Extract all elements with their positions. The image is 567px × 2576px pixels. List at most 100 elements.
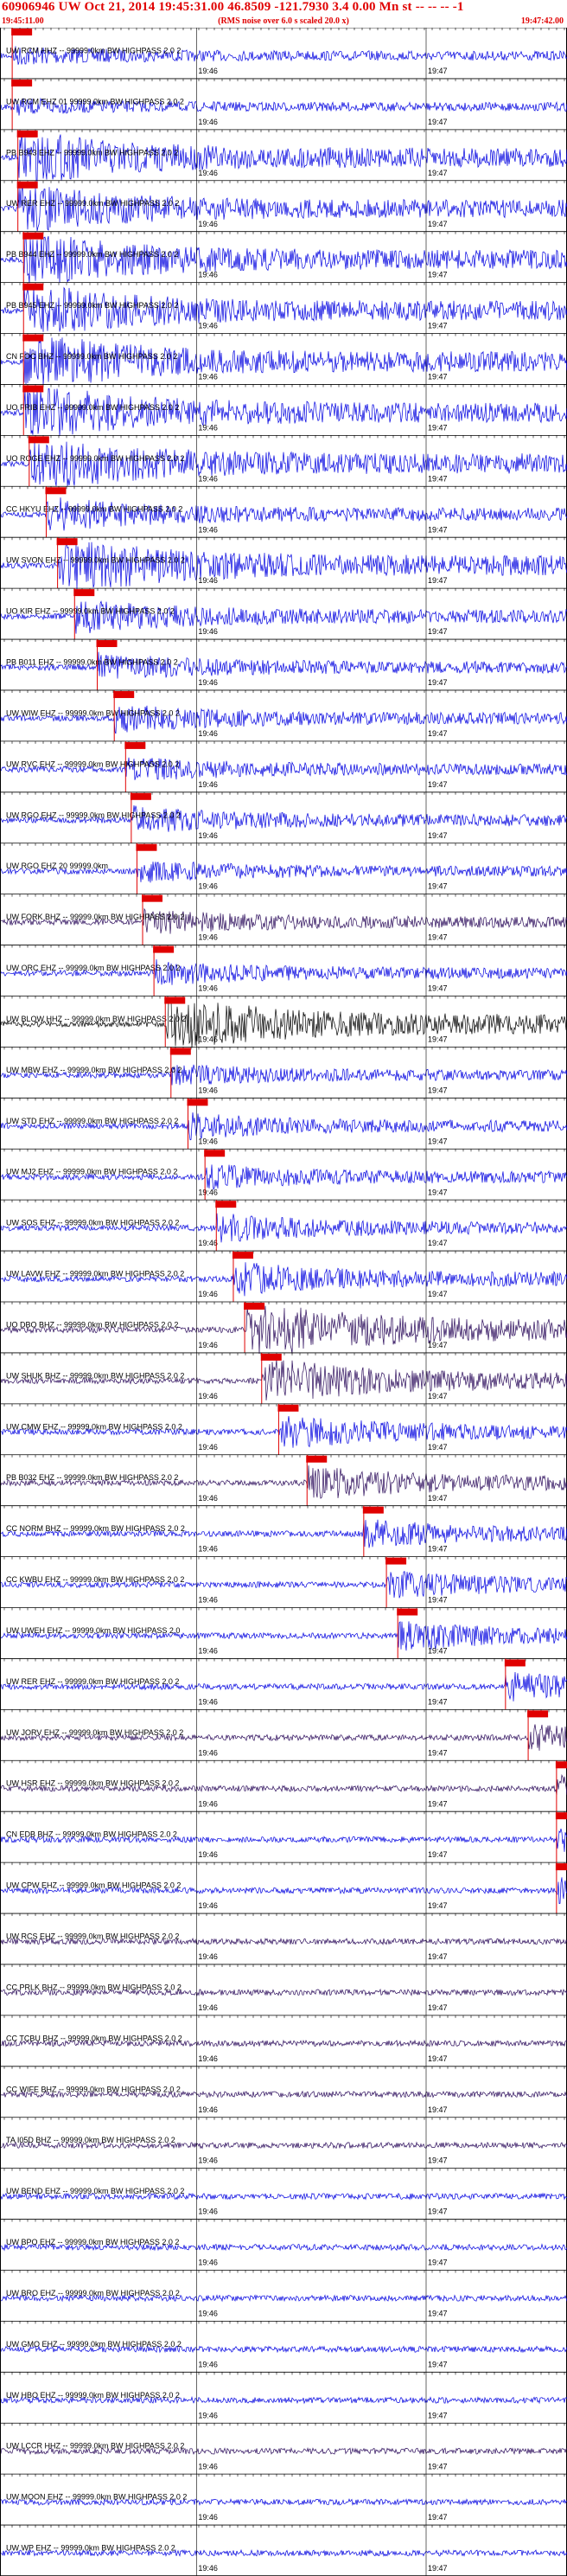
station-label: UW BEND EHZ -- 99999.0km BW HIGHPASS 2.0… <box>6 2187 184 2195</box>
minute-label: 19:47 <box>428 1188 448 1196</box>
trace-row: 19:46 19:47UW ORC EHZ -- 99999.0km BW HIG… <box>1 945 567 996</box>
minute-label: 19:46 <box>198 780 218 789</box>
minute-label: 19:46 <box>198 627 218 636</box>
minute-label: 19:47 <box>428 780 448 789</box>
pick-marker <box>527 1710 549 1718</box>
minute-label: 19:47 <box>428 1545 448 1554</box>
pick-marker <box>16 130 38 138</box>
trace-row: 19:46 19:47 UW FORK BHZ -- 99999.0km BW HI… <box>1 894 567 945</box>
minute-label: 19:47 <box>428 373 448 381</box>
trace-row: 19:46 19:47 UW BEND EHZ -- 99999.0km BW HI… <box>1 2168 567 2220</box>
minute-label: 19:46 <box>198 1850 218 1859</box>
pick-marker <box>244 1303 265 1310</box>
minute-label: 19:47 <box>428 1239 448 1247</box>
station-label: UW SHUK BHZ -- 99999.0km BW HIGHPASS 2.0… <box>6 1371 184 1380</box>
minute-label: 19:47 <box>428 2411 448 2419</box>
minute-label: 19:47 <box>428 627 448 636</box>
minute-label: 19:46 <box>198 576 218 585</box>
pick-marker <box>22 334 44 342</box>
trace-row: 19:46 19:47 CC TCBU BHZ -- 99999.0km BW HI… <box>1 2015 567 2067</box>
pick-marker <box>385 1557 407 1565</box>
trace-row: 19:46 19:47 PB B011 EHZ -- 99999.0km BW HI… <box>1 638 567 690</box>
minute-label: 19:47 <box>428 1290 448 1298</box>
pick-marker <box>16 181 38 189</box>
minute-label: 19:46 <box>198 1799 218 1808</box>
station-label: UW UWEH EHZ -- 99999.0km BW HIGHPASS 2.0 <box>6 1626 180 1635</box>
minute-label: 19:46 <box>198 220 218 228</box>
station-label: UO DBO BHZ -- 99999.0km BW HIGHPASS 2.0 … <box>6 1320 178 1329</box>
minute-label: 19:47 <box>428 67 448 75</box>
station-label: UW RVC EHZ -- 99999.0km BW HIGHPASS 2.0 … <box>6 759 179 768</box>
minute-label: 19:47 <box>428 1086 448 1094</box>
trace-row: 19:46 19:47 CC PRLK BHZ -- 99999.0km BW HI… <box>1 1964 567 2015</box>
minute-label: 19:47 <box>428 423 448 432</box>
minute-label: 19:46 <box>198 1290 218 1298</box>
minute-label: 19:46 <box>198 1137 218 1145</box>
trace-row: 19:46 19:47 UW STD EHZ -- 99999.0km BW HIG… <box>1 1097 567 1150</box>
minute-label: 19:46 <box>198 2360 218 2368</box>
station-label: UW RCM EHZ 01 99999.0km BW HIGHPASS 2.0 … <box>6 97 184 106</box>
minute-label: 19:46 <box>198 1086 218 1094</box>
pick-marker <box>73 589 95 597</box>
minute-label: 19:46 <box>198 2208 218 2216</box>
minute-label: 19:46 <box>198 169 218 177</box>
minute-label: 19:47 <box>428 2003 448 2012</box>
station-label: UW RGO EHZ 20 99999.0km <box>6 862 108 870</box>
station-label: CN FOC BHZ -- 99999.0km BW HIGHPASS 2.0 … <box>6 352 177 361</box>
trace-row: 19:46 19:47 UW BRO EHZ -- 99999.0km BW HIG… <box>1 2270 567 2322</box>
station-label: UW WP EHZ -- 99999.0km BW HIGHPASS 2.0 2 <box>6 2544 175 2553</box>
station-label: UW FORK BHZ -- 99999.0km BW HIGHPASS 2.0… <box>6 913 184 921</box>
minute-label: 19:47 <box>428 1494 448 1503</box>
station-label: CC HKYU EHZ -- 99999.0km BW HIGHPASS 2.0… <box>6 505 182 514</box>
minute-label: 19:46 <box>198 1188 218 1196</box>
minute-label: 19:46 <box>198 729 218 738</box>
pick-marker <box>22 385 44 393</box>
scaling-note: (RMS noise over 6.0 s scaled 20.0 x) <box>218 16 349 26</box>
minute-label: 19:47 <box>428 2360 448 2368</box>
station-label: UW SVON EHZ -- 99999.0km BW HIGHPASS 2.0… <box>6 556 185 565</box>
trace-row: 19:46 19:47 UW LCCR HHZ -- 99999.0km BW HI… <box>1 2422 567 2475</box>
minute-label: 19:47 <box>428 2054 448 2063</box>
minute-label: 19:46 <box>198 1494 218 1503</box>
minute-label: 19:47 <box>428 2310 448 2318</box>
trace-row: 19:46 19:47 PB B944 EHZ -- 99999.0km BW HI… <box>1 231 567 284</box>
station-label: CC WIFE BHZ -- 99999.0km BW HIGHPASS 2.0… <box>6 2085 181 2093</box>
waveform <box>1 497 567 531</box>
minute-label: 19:47 <box>428 729 448 738</box>
minute-label: 19:47 <box>428 1443 448 1451</box>
trace-row: 19:46 19:47 UW UWEH EHZ -- 99999.0km BW HI… <box>1 1607 567 1659</box>
station-label: UW BRO EHZ -- 99999.0km BW HIGHPASS 2.0 … <box>6 2289 180 2297</box>
trace-row: 19:46 19:47 PB B943 EHZ -- 99999.0km BW HI… <box>1 129 567 182</box>
event-title: 60906946 UW Oct 21, 2014 19:45:31.00 46.… <box>2 0 464 14</box>
minute-label: 19:47 <box>428 474 448 483</box>
station-label: UW GMO EHZ -- 99999.0km BW HIGHPASS 2.0 … <box>6 2340 182 2349</box>
waveform <box>1 541 567 590</box>
station-label: UW BPO EHZ -- 99999.0km BW HIGHPASS 2.0 … <box>6 2238 179 2246</box>
station-label: PB B945 EHZ -- 99999.0km BW HIGHPASS 2.0… <box>6 301 178 310</box>
pick-marker <box>136 843 157 851</box>
minute-label: 19:46 <box>198 1697 218 1706</box>
trace-row: 19:46 19:47 UO DBO BHZ -- 99999.0km BW HIG… <box>1 1301 567 1355</box>
trace-canvas: 19:46 19:47 UW RCM HHZ -- 99999.0km BW HIG… <box>1 28 567 2576</box>
minute-label: 19:46 <box>198 831 218 840</box>
pick-marker <box>215 1201 237 1208</box>
pick-marker <box>555 1761 567 1769</box>
minute-label: 19:47 <box>428 576 448 585</box>
waveform <box>1 337 567 385</box>
waveform <box>1 133 567 182</box>
waveform <box>1 184 567 232</box>
station-label: UW MBW EHZ -- 99999.0km BW HIGHPASS 2.0 … <box>6 1066 182 1074</box>
station-label: CC NORM BHZ -- 99999.0km BW HIGHPASS 2.0… <box>6 1524 185 1533</box>
minute-label: 19:46 <box>198 2564 218 2573</box>
trace-row: 19:46 19:47 CN EDB BHZ -- 99999.0km BW HIG… <box>1 1810 567 1863</box>
station-label: UW RER EHZ -- 99999.0km BW HIGHPASS 2.0 … <box>6 1677 179 1686</box>
minute-label: 19:47 <box>428 1392 448 1400</box>
minute-label: 19:46 <box>198 67 218 75</box>
minute-label: 19:47 <box>428 882 448 891</box>
trace-row: 19:46 19:47 UW MOON EHZ -- 99999.0km BW HI… <box>1 2473 567 2526</box>
pick-marker <box>164 996 186 1004</box>
minute-label: 19:46 <box>198 984 218 993</box>
minute-label: 19:47 <box>428 1697 448 1706</box>
station-label: UW RCM HHZ -- 99999.0km BW HIGHPASS 2.0 … <box>6 46 181 54</box>
minute-label: 19:46 <box>198 1545 218 1554</box>
